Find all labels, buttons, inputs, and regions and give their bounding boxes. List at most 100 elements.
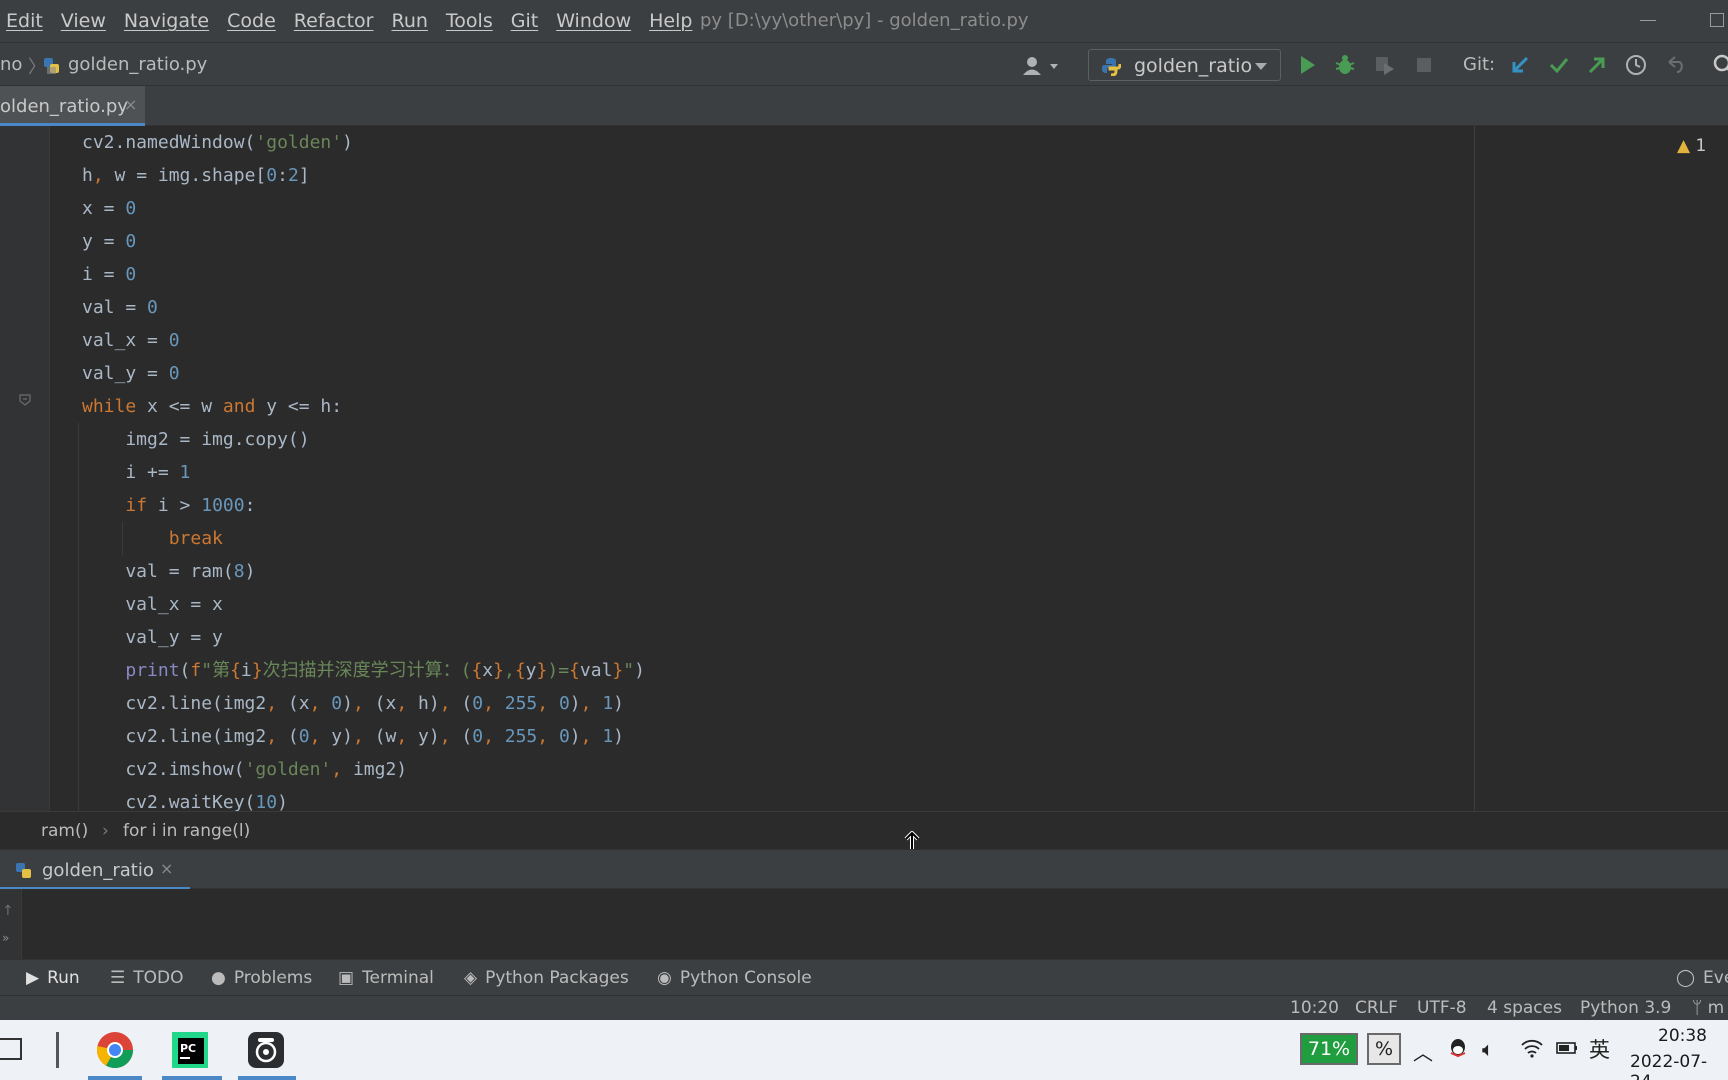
arrow-up-icon[interactable]: ↑ <box>2 903 14 919</box>
task-view-icon[interactable] <box>0 1038 22 1060</box>
history-icon[interactable] <box>1624 53 1648 77</box>
search-icon[interactable] <box>1712 53 1728 77</box>
menu-run[interactable]: Run <box>391 10 427 32</box>
file-encoding[interactable]: UTF-8 <box>1417 998 1467 1018</box>
git-commit-icon[interactable] <box>1547 53 1571 77</box>
warning-indicator[interactable]: ▲ 1 <box>1677 136 1706 156</box>
close-icon[interactable]: × <box>160 859 173 878</box>
code-token: cv2.waitKey( <box>82 792 256 811</box>
code-line[interactable]: cv2.waitKey(10) <box>78 786 645 811</box>
menu-tools[interactable]: Tools <box>446 10 493 32</box>
breadcrumb-project[interactable]: no <box>0 54 22 75</box>
tool-problems[interactable]: ● Problems <box>211 968 312 988</box>
git-update-icon[interactable] <box>1508 53 1532 77</box>
code-line[interactable]: val_x = x <box>78 588 645 621</box>
run-configuration-selector[interactable]: golden_ratio <box>1088 49 1281 81</box>
tool-event-log[interactable]: ◯ Eve <box>1676 968 1728 988</box>
wifi-icon[interactable] <box>1520 1037 1544 1064</box>
caret-position[interactable]: 10:20 <box>1290 998 1339 1018</box>
tool-run[interactable]: ▶ Run <box>26 968 80 988</box>
run-console[interactable]: ↑ » <box>0 889 1728 959</box>
code-line[interactable]: break <box>78 522 645 555</box>
line-separator[interactable]: CRLF <box>1355 998 1398 1018</box>
code-line[interactable]: print(f"第{i}次扫描并深度学习计算：({x},{y})={val}") <box>78 654 645 687</box>
clock-time[interactable]: 20:38 <box>1658 1026 1707 1046</box>
tool-python-console[interactable]: ◉ Python Console <box>657 968 812 988</box>
tool-terminal[interactable]: ▣ Terminal <box>338 968 434 988</box>
code-line[interactable]: y = 0 <box>82 225 645 258</box>
tool-python-packages[interactable]: ◈ Python Packages <box>464 968 629 988</box>
menu-git[interactable]: Git <box>511 10 538 32</box>
code-line[interactable]: cv2.line(img2, (x, 0), (x, h), (0, 255, … <box>78 687 645 720</box>
code-line[interactable]: val_y = y <box>78 621 645 654</box>
menu-edit[interactable]: Edit <box>6 10 43 32</box>
code-token: , <box>309 726 321 747</box>
menu-code[interactable]: Code <box>227 10 276 32</box>
volume-icon[interactable]: 🔈︎ <box>1482 1037 1494 1061</box>
indent-setting[interactable]: 4 spaces <box>1487 998 1562 1018</box>
code-editor[interactable]: ▲ 1 cv2.namedWindow('golden') h, w = img.… <box>0 126 1728 811</box>
vcs-branch[interactable]: ᛘ m <box>1692 998 1724 1018</box>
indent-guide <box>78 522 79 555</box>
input-method-indicator[interactable]: 英 <box>1589 1034 1610 1064</box>
more-icon[interactable]: » <box>2 931 9 945</box>
python-interpreter[interactable]: Python 3.9 <box>1580 998 1671 1018</box>
code-line[interactable]: val = 0 <box>82 291 645 324</box>
indent-guide <box>78 588 79 621</box>
breadcrumb-for-loop[interactable]: for i in range(l) <box>123 821 250 841</box>
code-token: y) <box>320 726 353 747</box>
terminal-icon: ▣ <box>338 968 355 988</box>
code-line[interactable]: i = 0 <box>82 258 645 291</box>
battery-percent-badge[interactable]: 71% <box>1300 1033 1358 1065</box>
minimize-icon[interactable] <box>1640 20 1656 21</box>
code-line[interactable]: i += 1 <box>78 456 645 489</box>
code-line[interactable]: h, w = img.shape[0:2] <box>82 159 645 192</box>
code-token: 255 <box>504 693 538 714</box>
code-token: 0 <box>558 693 570 714</box>
menu-navigate[interactable]: Navigate <box>124 10 209 32</box>
code-line[interactable]: cv2.imshow('golden', img2) <box>78 753 645 786</box>
code-token: ) <box>342 132 353 153</box>
code-line[interactable]: val_y = 0 <box>82 357 645 390</box>
tab-golden-ratio[interactable]: olden_ratio.py × <box>0 86 145 126</box>
code-line[interactable]: x = 0 <box>82 192 645 225</box>
code-line[interactable]: while x <= w and y <= h: <box>82 390 645 423</box>
coverage-icon[interactable] <box>1372 53 1396 77</box>
git-push-icon[interactable] <box>1585 53 1609 77</box>
user-icon[interactable] <box>1022 55 1062 81</box>
fold-icon[interactable] <box>18 392 32 406</box>
pycharm-icon[interactable]: PC <box>168 1028 212 1072</box>
run-tab-golden-ratio[interactable]: golden_ratio × <box>0 850 190 890</box>
menu-help[interactable]: Help <box>649 10 692 32</box>
code-line[interactable]: img2 = img.copy() <box>78 423 645 456</box>
rollback-icon[interactable] <box>1663 53 1687 77</box>
code-line[interactable]: cv2.namedWindow('golden') <box>82 126 645 159</box>
code-line[interactable]: val_x = 0 <box>82 324 645 357</box>
tool-python-console-label: Python Console <box>679 968 812 988</box>
close-icon[interactable]: × <box>124 95 137 114</box>
breadcrumb-file[interactable]: golden_ratio.py <box>68 54 207 75</box>
code-token: cv2.imshow( <box>82 759 245 780</box>
restore-icon[interactable] <box>1710 13 1724 27</box>
code-token: img2 = img.copy() <box>82 429 310 450</box>
chrome-icon[interactable] <box>93 1028 137 1072</box>
clock-date[interactable]: 2022-07-24 <box>1630 1052 1728 1080</box>
battery-status-badge[interactable]: % <box>1367 1033 1401 1065</box>
code-line[interactable]: if i > 1000: <box>78 489 645 522</box>
menu-window[interactable]: Window <box>556 10 631 32</box>
screen-recorder-icon[interactable] <box>244 1028 288 1072</box>
code-line[interactable]: val = ram(8) <box>78 555 645 588</box>
code-line[interactable]: cv2.line(img2, (0, y), (w, y), (0, 255, … <box>78 720 645 753</box>
breadcrumb-ram-function[interactable]: ram() <box>41 821 88 841</box>
battery-icon[interactable] <box>1555 1037 1579 1064</box>
tool-todo[interactable]: ☰ TODO <box>110 968 184 988</box>
stop-icon[interactable] <box>1412 53 1436 77</box>
menu-view[interactable]: View <box>61 10 106 32</box>
chevron-up-icon[interactable]: ︿ <box>1413 1037 1433 1066</box>
debug-icon[interactable] <box>1333 53 1357 77</box>
run-icon[interactable] <box>1295 53 1319 77</box>
menu-refactor[interactable]: Refactor <box>294 10 374 32</box>
qq-icon[interactable] <box>1447 1037 1469 1064</box>
code-token: cv2.namedWindow( <box>82 132 256 153</box>
